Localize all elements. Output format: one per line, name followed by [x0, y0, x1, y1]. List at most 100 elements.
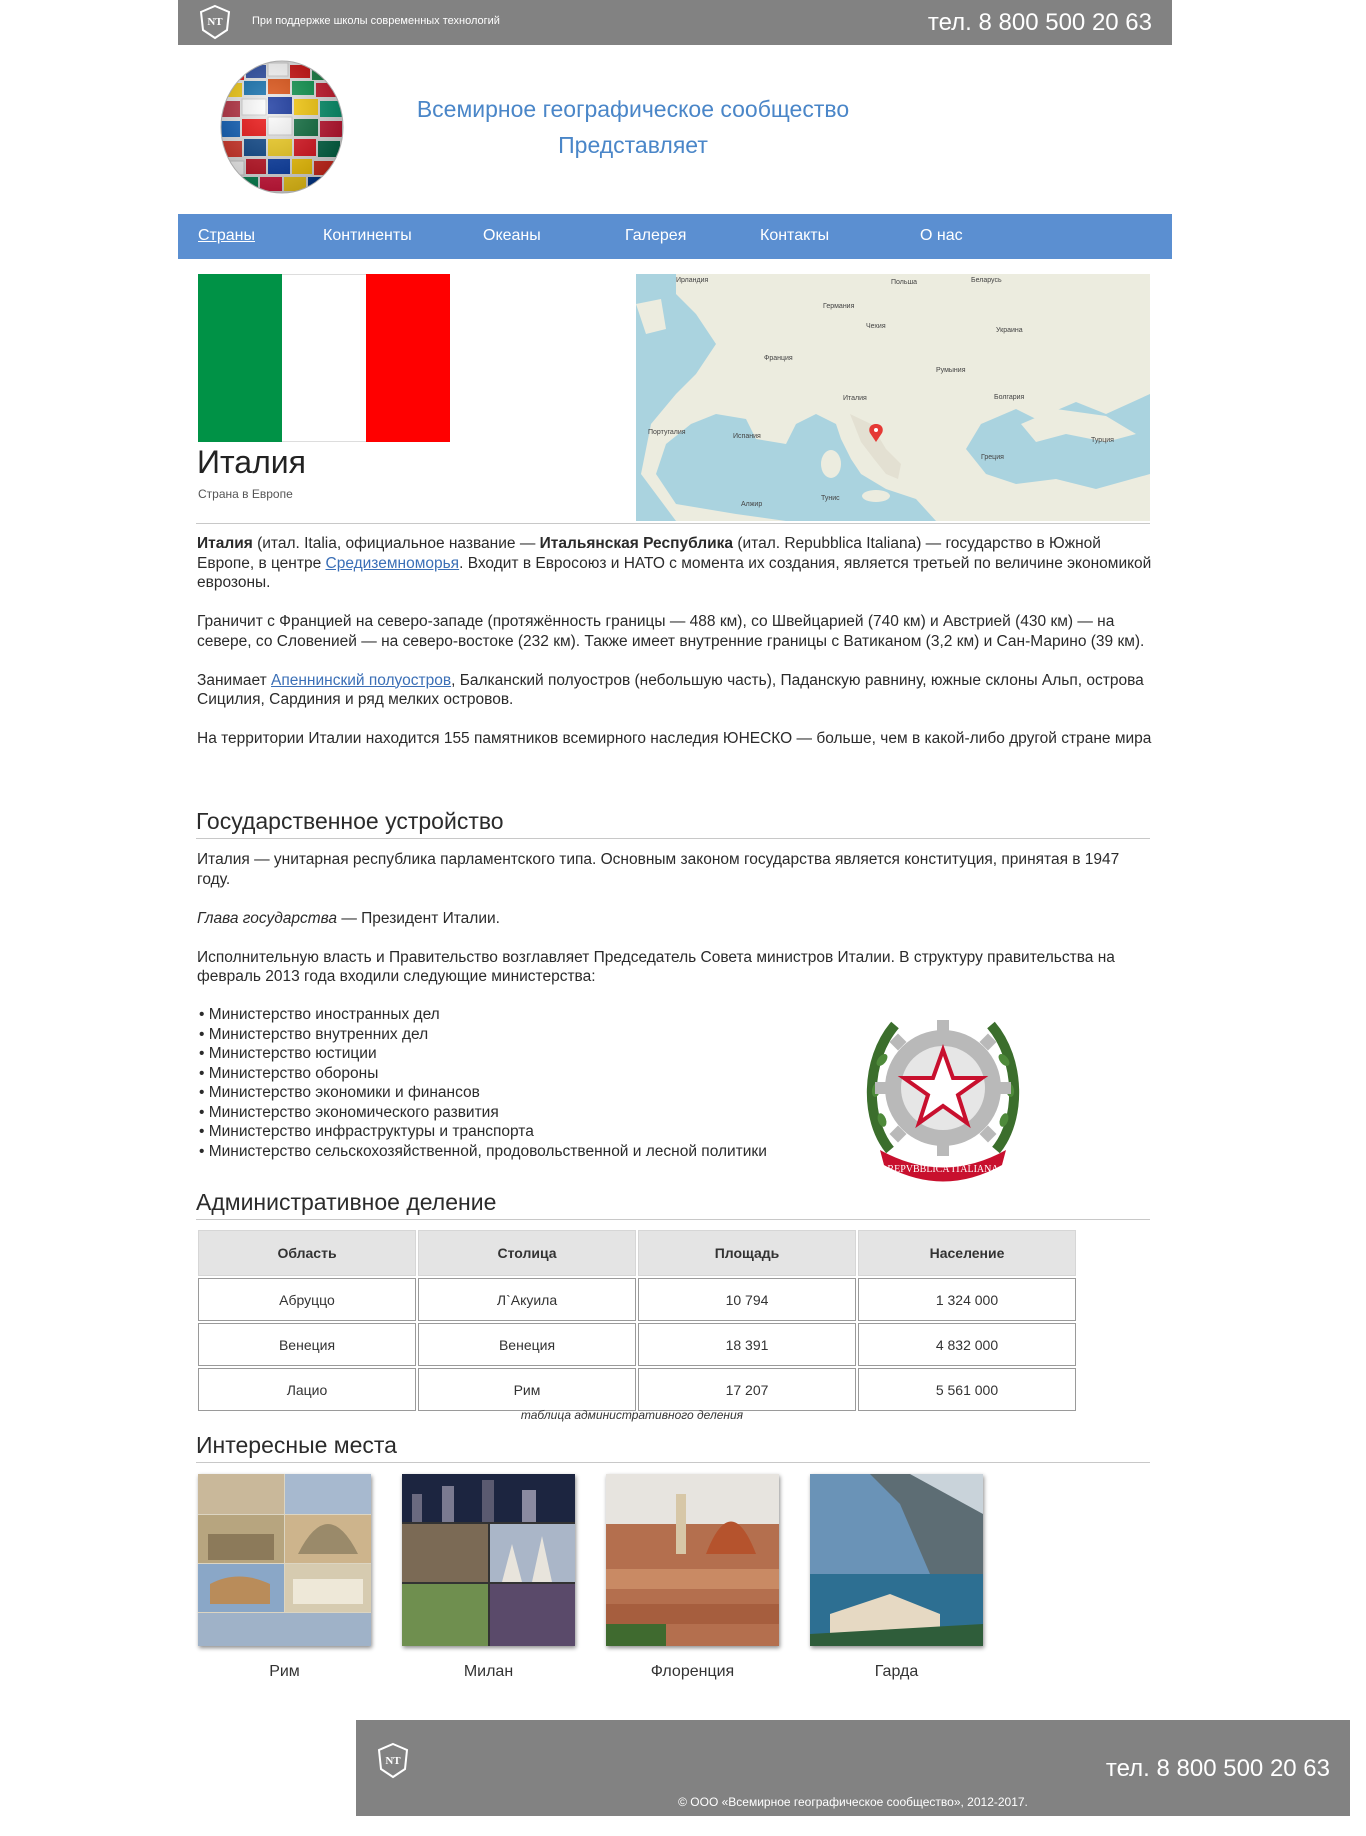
- school-logo-icon[interactable]: NT: [198, 4, 232, 40]
- map-label: Турция: [1091, 437, 1114, 444]
- column-header: Население: [858, 1230, 1076, 1276]
- nav-item-continents[interactable]: Континенты: [323, 227, 412, 245]
- intro-text-part: (итал. Italia, официальное название —: [252, 535, 540, 552]
- flags-globe-logo[interactable]: [218, 59, 346, 195]
- europe-map[interactable]: Ирландия Польша Беларусь Германия Украин…: [636, 274, 1150, 521]
- list-item: Министерство иностранных дел: [199, 1005, 767, 1025]
- map-label: Германия: [823, 303, 855, 310]
- main-nav: Страны Континенты Океаны Галерея Контакт…: [178, 214, 1172, 259]
- table-cell: Л`Акуила: [418, 1278, 636, 1321]
- map-label: Португалия: [648, 429, 686, 436]
- nav-item-countries[interactable]: Страны: [198, 227, 255, 245]
- table-cell: 5 561 000: [858, 1368, 1076, 1411]
- site-title: Всемирное географическое сообщество Пред…: [398, 91, 868, 163]
- top-phone[interactable]: тел. 8 800 500 20 63: [928, 9, 1152, 37]
- table-row: Лацио Рим 17 207 5 561 000: [198, 1368, 1076, 1411]
- table-cell: Рим: [418, 1368, 636, 1411]
- nav-item-about[interactable]: О нас: [920, 227, 963, 245]
- list-item: Министерство внутренних дел: [199, 1025, 767, 1045]
- site-title-line1: Всемирное географическое сообщество: [416, 96, 850, 122]
- place-card-garda[interactable]: Гарда: [810, 1474, 983, 1681]
- flag-red-stripe: [366, 274, 450, 442]
- nav-item-contacts[interactable]: Контакты: [760, 227, 829, 245]
- intro-divider: [196, 523, 1150, 524]
- footer: NT тел. 8 800 500 20 63 © ООО «Всемирное…: [356, 1720, 1350, 1816]
- intro-paragraph-3: Занимает Апеннинский полуостров, Балканс…: [197, 671, 1152, 710]
- country-name: Италия: [197, 444, 306, 480]
- footer-copyright: © ООО «Всемирное географическое сообщест…: [678, 1795, 1028, 1809]
- table-cell: 1 324 000: [858, 1278, 1076, 1321]
- place-card-florence[interactable]: Флоренция: [606, 1474, 779, 1681]
- svg-text:NT: NT: [207, 16, 223, 28]
- site-title-line2: Представляет: [558, 132, 708, 158]
- italy-emblem-icon: REPVBBLICA ITALIANA: [866, 1020, 1020, 1182]
- rome-collage-image[interactable]: [198, 1474, 371, 1646]
- nav-item-gallery[interactable]: Галерея: [625, 227, 686, 245]
- intro-text: Италия (итал. Italia, официальное назван…: [197, 534, 1152, 768]
- table-caption: таблица административного деления: [520, 1408, 744, 1422]
- milan-collage-image[interactable]: [402, 1474, 575, 1646]
- government-paragraph-2: Глава государства — Президент Италии.: [197, 909, 1152, 929]
- column-header: Область: [198, 1230, 416, 1276]
- table-cell: 18 391: [638, 1323, 856, 1366]
- table-row: Венеция Венеция 18 391 4 832 000: [198, 1323, 1076, 1366]
- svg-text:NT: NT: [385, 1755, 401, 1767]
- table-cell: Венеция: [198, 1323, 416, 1366]
- place-card-milan[interactable]: Милан: [402, 1474, 575, 1681]
- emblem-motto: REPVBBLICA ITALIANA: [887, 1164, 999, 1175]
- list-item: Министерство экономического развития: [199, 1103, 767, 1123]
- government-divider: [196, 838, 1150, 839]
- head-of-state-value: — Президент Италии.: [337, 909, 500, 927]
- top-slogan: При поддержке школы современных технолог…: [252, 15, 500, 27]
- intro-paragraph-1: Италия (итал. Italia, официальное назван…: [197, 534, 1152, 593]
- map-label: Польша: [891, 279, 917, 286]
- place-name: Гарда: [874, 1663, 919, 1680]
- table-header-row: Область Столица Площадь Население: [198, 1230, 1076, 1276]
- place-name: Флоренция: [650, 1663, 735, 1680]
- nav-item-oceans[interactable]: Океаны: [483, 227, 541, 245]
- table-cell: 17 207: [638, 1368, 856, 1411]
- table-cell: Абруццо: [198, 1278, 416, 1321]
- intro-bold-name: Италия: [197, 535, 253, 552]
- apennine-link[interactable]: Апеннинский полуостров: [271, 672, 451, 689]
- government-text: Италия — унитарная республика парламентс…: [197, 850, 1152, 1006]
- map-label: Румыния: [936, 367, 966, 374]
- list-item: Министерство инфраструктуры и транспорта: [199, 1122, 767, 1142]
- head-of-state-label: Глава государства: [197, 909, 338, 927]
- column-header: Площадь: [638, 1230, 856, 1276]
- table-cell: Лацио: [198, 1368, 416, 1411]
- places-divider: [196, 1462, 1150, 1463]
- map-label: Украина: [996, 327, 1023, 334]
- map-label: Чехия: [866, 323, 886, 330]
- map-label: Алжир: [741, 501, 762, 508]
- table-cell: 10 794: [638, 1278, 856, 1321]
- header: Всемирное географическое сообщество Пред…: [178, 45, 1172, 214]
- place-name: Рим: [269, 1663, 300, 1680]
- admin-table: Область Столица Площадь Население Абруцц…: [196, 1228, 1078, 1413]
- intro-paragraph-4: На территории Италии находится 155 памят…: [197, 730, 1152, 747]
- list-item: Министерство экономики и финансов: [199, 1083, 767, 1103]
- column-header: Столица: [418, 1230, 636, 1276]
- italy-flag: [198, 274, 450, 442]
- place-card-rome[interactable]: Рим: [198, 1474, 371, 1681]
- place-name: Милан: [463, 1663, 514, 1680]
- map-label: Италия: [843, 395, 867, 402]
- map-label: Испания: [733, 433, 761, 440]
- footer-logo-icon[interactable]: NT: [376, 1742, 410, 1780]
- mediterranean-link[interactable]: Средиземноморья: [326, 555, 460, 572]
- flag-white-stripe: [282, 274, 366, 442]
- list-item: Министерство юстиции: [199, 1044, 767, 1064]
- florence-image[interactable]: [606, 1474, 779, 1646]
- government-paragraph-3: Исполнительную власть и Правительство во…: [197, 948, 1115, 986]
- flag-green-stripe: [198, 274, 282, 442]
- admin-heading: Административное деление: [196, 1189, 497, 1215]
- admin-divider: [196, 1219, 1150, 1220]
- page: NT При поддержке школы современных техно…: [178, 0, 1172, 259]
- places-heading: Интересные места: [196, 1432, 397, 1458]
- list-item: Министерство сельскохозяйственной, продо…: [199, 1142, 767, 1162]
- map-label: Греция: [981, 454, 1004, 461]
- footer-phone[interactable]: тел. 8 800 500 20 63: [1106, 1755, 1330, 1783]
- garda-image[interactable]: [810, 1474, 983, 1646]
- ministries-list: Министерство иностранных дел Министерств…: [199, 1005, 767, 1161]
- map-label: Тунис: [821, 495, 840, 502]
